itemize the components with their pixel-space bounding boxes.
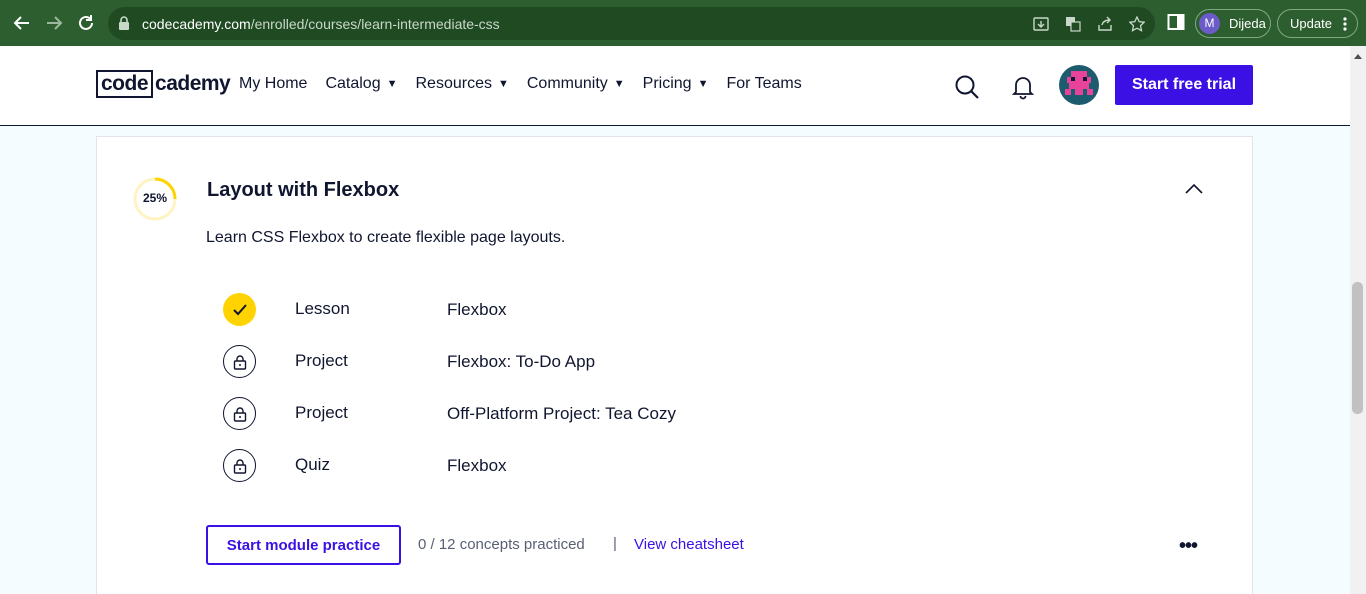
view-cheatsheet-link[interactable]: View cheatsheet <box>634 536 744 553</box>
caret-down-icon: ▼ <box>697 78 709 90</box>
notification-bell-icon[interactable] <box>1011 74 1035 105</box>
item-name: Off-Platform Project: Tea Cozy <box>447 404 676 423</box>
nav-pricing[interactable]: Pricing ▼ <box>643 75 709 93</box>
item-type: Lesson <box>295 299 350 318</box>
item-type: Project <box>295 351 348 370</box>
concepts-practiced-text: 0 / 12 concepts practiced <box>418 536 585 553</box>
install-icon[interactable] <box>1031 14 1051 34</box>
side-panel-icon[interactable] <box>1167 13 1185 36</box>
separator: | <box>613 535 617 552</box>
forward-button[interactable] <box>40 8 68 38</box>
module-title: Layout with Flexbox <box>207 179 400 201</box>
url-path: /enrolled/courses/learn-intermediate-css <box>250 16 500 32</box>
nav-my-home[interactable]: My Home <box>239 75 307 93</box>
nav-label: Catalog <box>325 75 381 92</box>
address-bar[interactable]: codecademy.com/enrolled/courses/learn-in… <box>108 7 1155 40</box>
scroll-up-arrow-icon[interactable] <box>1353 52 1363 60</box>
nav-label: Pricing <box>642 75 692 92</box>
item-name: Flexbox <box>447 300 507 319</box>
lock-icon <box>119 16 129 30</box>
progress-percent: 25% <box>142 191 168 205</box>
update-button[interactable]: Update <box>1277 9 1358 38</box>
profile-name: Dijeda <box>1229 16 1266 31</box>
profile-avatar: M <box>1199 13 1220 34</box>
collapse-button[interactable] <box>1184 182 1204 200</box>
nav-community[interactable]: Community ▼ <box>527 75 625 93</box>
caret-down-icon: ▼ <box>386 78 398 90</box>
pixel-avatar-icon <box>1065 71 1093 95</box>
item-name: Flexbox: To-Do App <box>447 352 596 371</box>
item-name: Flexbox <box>447 456 507 475</box>
profile-button[interactable]: M Dijeda <box>1195 9 1271 38</box>
user-avatar[interactable] <box>1059 65 1099 105</box>
completed-check-icon <box>223 293 256 326</box>
reload-button[interactable] <box>72 8 100 38</box>
browser-toolbar: codecademy.com/enrolled/courses/learn-in… <box>0 0 1366 46</box>
padlock-icon <box>223 345 256 378</box>
back-button[interactable] <box>8 8 36 38</box>
caret-down-icon: ▼ <box>613 78 625 90</box>
logo-text: cademy <box>155 72 231 95</box>
bookmark-star-icon[interactable] <box>1127 14 1147 34</box>
chevron-up-icon <box>1185 183 1203 194</box>
logo-boxed-text: code <box>96 70 154 98</box>
reload-icon <box>79 15 93 30</box>
scrollbar-thumb[interactable] <box>1352 282 1363 414</box>
back-arrow-icon <box>13 16 29 30</box>
search-icon[interactable] <box>954 74 980 105</box>
more-options-button[interactable]: ••• <box>1179 535 1198 558</box>
nav-for-teams[interactable]: For Teams <box>726 75 801 93</box>
item-type: Quiz <box>295 455 330 474</box>
url-host: codecademy.com <box>142 16 251 32</box>
nav-resources[interactable]: Resources ▼ <box>416 75 509 93</box>
nav-label: My Home <box>239 75 308 92</box>
share-icon[interactable] <box>1095 14 1115 34</box>
url-text: codecademy.com/enrolled/courses/learn-in… <box>142 16 500 32</box>
padlock-icon <box>223 397 256 430</box>
nav-label: Community <box>526 75 608 92</box>
main-nav: My Home Catalog ▼ Resources ▼ Community ▼ P… <box>239 75 820 93</box>
nav-label: Resources <box>415 75 492 92</box>
site-header: code cademy My Home Catalog ▼ Resources ▼ … <box>0 46 1350 126</box>
module-card: 25% Layout with Flexbox Learn CSS Flexbo… <box>96 136 1253 594</box>
module-description: Learn CSS Flexbox to create flexible pag… <box>206 229 566 246</box>
content-item-row[interactable]: Project Flexbox: To-Do App <box>223 345 923 379</box>
forward-arrow-icon <box>47 16 63 30</box>
content-item-row[interactable]: Lesson Flexbox <box>223 293 923 327</box>
more-vertical-icon <box>1343 17 1347 31</box>
nav-catalog[interactable]: Catalog ▼ <box>325 75 397 93</box>
item-type: Project <box>295 403 348 422</box>
content-item-row[interactable]: Quiz Flexbox <box>223 449 923 483</box>
nav-label: For Teams <box>726 75 802 92</box>
caret-down-icon: ▼ <box>497 78 509 90</box>
codecademy-logo[interactable]: code cademy <box>96 70 231 98</box>
padlock-icon <box>223 449 256 482</box>
start-free-trial-button[interactable]: Start free trial <box>1115 65 1253 105</box>
translate-icon[interactable] <box>1063 14 1083 34</box>
update-label: Update <box>1290 16 1332 31</box>
start-module-practice-button[interactable]: Start module practice <box>206 525 401 565</box>
content-item-row[interactable]: Project Off-Platform Project: Tea Cozy <box>223 397 923 431</box>
